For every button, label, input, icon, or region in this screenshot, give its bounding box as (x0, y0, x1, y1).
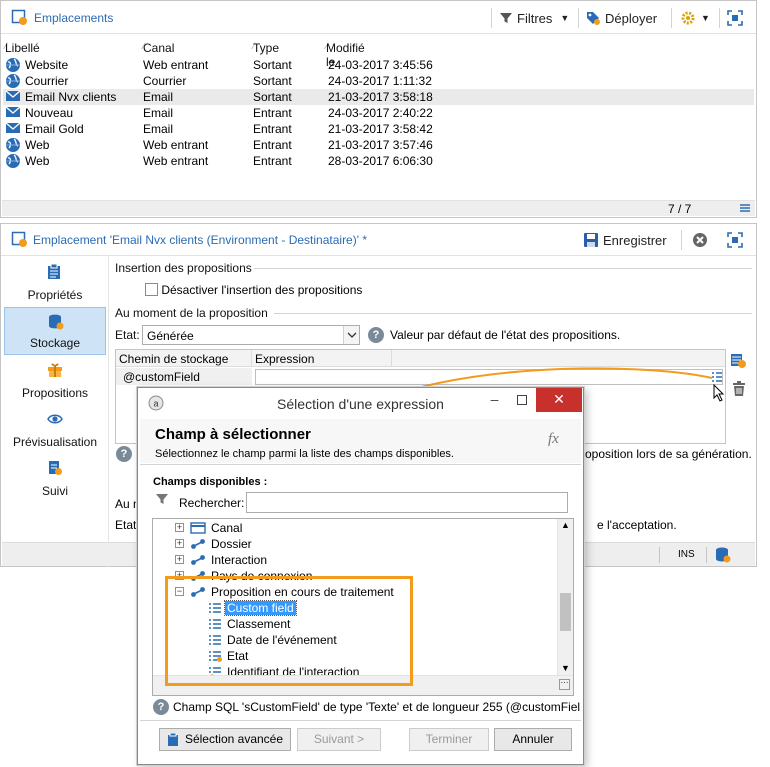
dialog-heading: Champ à sélectionner (155, 426, 311, 443)
tree-item-label: Dossier (211, 536, 252, 551)
dialog-titlebar: a Sélection d'une expression – ✕ (138, 388, 583, 418)
resize-grip-icon[interactable]: ··· (559, 679, 570, 690)
close-button[interactable]: ✕ (536, 388, 582, 412)
clipboard-icon (167, 732, 179, 747)
finish-button[interactable]: Terminer (409, 728, 489, 751)
help-icon: ? (153, 699, 169, 715)
available-fields-label: Champs disponibles : (153, 476, 268, 488)
tree-scrollbar[interactable]: ▲ ▼ (557, 519, 573, 677)
advanced-selection-button[interactable]: Sélection avancée (159, 728, 291, 751)
expression-dialog: a Sélection d'une expression – ✕ Champ à… (137, 387, 584, 765)
tree-item-label: Canal (211, 520, 243, 535)
field-description: Champ SQL 'sCustomField' de type 'Texte'… (173, 700, 581, 714)
search-label: Rechercher: (179, 496, 245, 510)
scroll-up-icon[interactable]: ▲ (561, 520, 570, 530)
expand-icon[interactable]: + (175, 523, 184, 533)
restore-button[interactable] (508, 388, 535, 412)
scroll-down-icon[interactable]: ▼ (561, 663, 570, 673)
highlight-frame (165, 576, 413, 686)
tree-item[interactable]: + Canal (175, 520, 244, 536)
fields-tree: + Canal + Dossier + Interaction + Pays de conne… (152, 518, 574, 696)
expand-icon[interactable]: + (175, 539, 184, 549)
tree-item[interactable]: + Interaction (175, 552, 269, 568)
minimize-button[interactable]: – (481, 388, 508, 412)
tree-item[interactable]: + Dossier (175, 536, 254, 552)
cancel-button[interactable]: Annuler (494, 728, 572, 751)
header-divider (140, 464, 581, 465)
search-input[interactable] (246, 492, 568, 513)
expand-icon[interactable]: + (175, 555, 184, 565)
link-icon (190, 538, 206, 550)
fx-icon: fx (548, 431, 559, 447)
filter-funnel-icon (155, 492, 169, 506)
link-icon (190, 554, 206, 566)
dialog-header: Champ à sélectionner Sélectionnez le cha… (140, 419, 581, 463)
table-icon (190, 522, 206, 534)
footer-divider (140, 720, 581, 721)
dialog-subheading: Sélectionnez le champ parmi la liste des… (155, 448, 454, 460)
tree-item-label: Interaction (211, 552, 268, 567)
next-button[interactable]: Suivant > (297, 728, 381, 751)
scroll-thumb[interactable] (560, 593, 571, 631)
